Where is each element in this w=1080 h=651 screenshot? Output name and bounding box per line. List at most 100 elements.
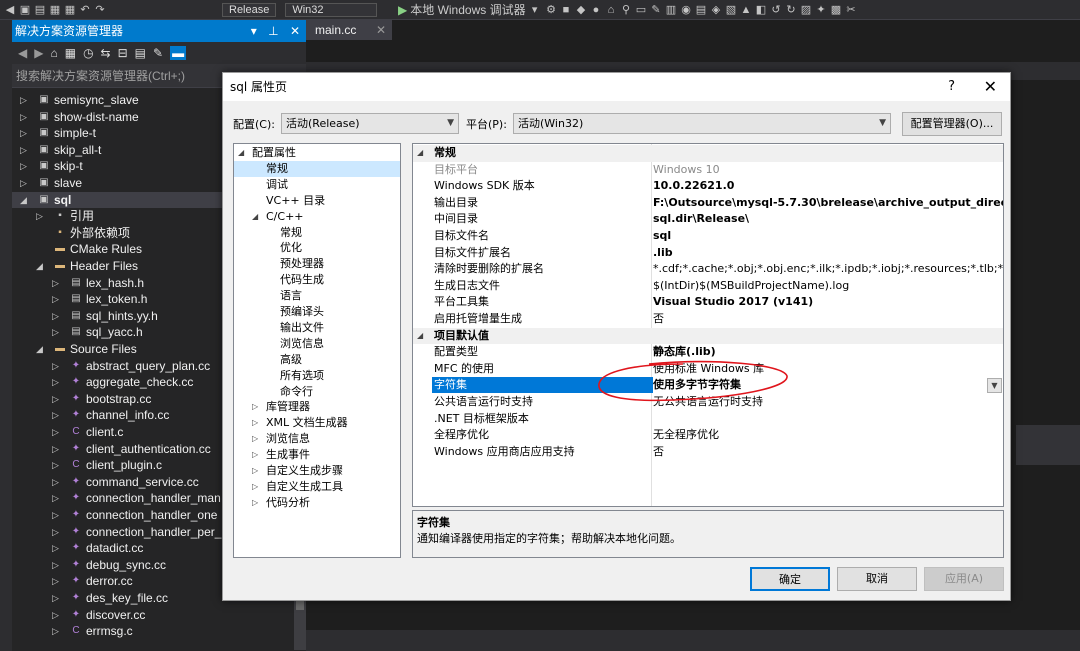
save-all-icon[interactable]: ▦ <box>64 4 76 16</box>
dropdown-icon[interactable]: ▾ <box>529 4 541 16</box>
property-row[interactable]: .NET 目标框架版本 <box>413 411 1003 428</box>
property-tree-item[interactable]: 代码生成 <box>234 272 400 288</box>
sync-icon[interactable]: ⇆ <box>101 46 111 60</box>
charset-dropdown-button[interactable]: ▼ <box>987 378 1002 393</box>
new-project-icon[interactable]: ▣ <box>19 4 31 16</box>
expand-arrow-icon[interactable]: ▷ <box>52 590 62 606</box>
property-tree-item[interactable]: VC++ 目录 <box>234 193 400 209</box>
property-value[interactable]: F:\Outsource\mysql-5.7.30\brelease\archi… <box>653 195 1003 211</box>
undo-icon[interactable]: ↶ <box>79 4 91 16</box>
property-tree-item[interactable]: ▷ 代码分析 <box>234 495 400 511</box>
expand-arrow-icon[interactable]: ▷ <box>52 607 62 623</box>
dropdown-icon[interactable]: ▾ <box>251 24 257 38</box>
close-icon[interactable]: ✕ <box>376 20 386 40</box>
expand-arrow-icon[interactable]: ▷ <box>52 557 62 573</box>
tool-icon[interactable]: ↻ <box>785 4 797 16</box>
expand-arrow-icon[interactable]: ▷ <box>52 524 62 540</box>
expand-arrow-icon[interactable]: ▷ <box>52 324 62 340</box>
property-row[interactable]: 字符集 使用多字节字符集 <box>413 377 1003 394</box>
property-row[interactable]: 输出目录 F:\Outsource\mysql-5.7.30\brelease\a… <box>413 195 1003 212</box>
property-row[interactable]: 公共语言运行时支持 无公共语言运行时支持 <box>413 394 1003 411</box>
property-tree-item[interactable]: 常规 <box>234 160 400 177</box>
property-tree-item[interactable]: 输出文件 <box>234 320 400 336</box>
apply-button[interactable]: 应用(A) <box>924 567 1004 591</box>
preview-icon[interactable]: ▬ <box>170 46 187 60</box>
redo-icon[interactable]: ↷ <box>94 4 106 16</box>
expand-arrow-icon[interactable]: ▷ <box>52 507 62 523</box>
property-row[interactable]: 平台工具集 Visual Studio 2017 (v141) <box>413 294 1003 311</box>
expand-arrow-icon[interactable]: ▷ <box>52 490 62 506</box>
forward-icon[interactable]: ▶ <box>34 46 43 60</box>
tool-icon[interactable]: ▲ <box>740 4 752 16</box>
property-tree-item[interactable]: ▷ 生成事件 <box>234 447 400 463</box>
tool-icon[interactable]: ● <box>590 4 602 16</box>
property-row[interactable]: Windows SDK 版本 10.0.22621.0 <box>413 178 1003 195</box>
tool-icon[interactable]: ◧ <box>755 4 767 16</box>
collapse-icon[interactable]: ⊟ <box>118 46 128 60</box>
expand-arrow-icon[interactable]: ▷ <box>20 109 30 125</box>
expand-arrow-icon[interactable]: ▷ <box>52 457 62 473</box>
tool-icon[interactable]: ✂ <box>845 4 857 16</box>
property-row[interactable]: Windows 应用商店应用支持 否 <box>413 444 1003 461</box>
property-tree-item[interactable]: ◢ C/C++ <box>234 209 400 225</box>
property-row[interactable]: 启用托管增量生成 否 <box>413 311 1003 328</box>
expand-arrow-icon[interactable]: ▷ <box>252 463 258 478</box>
save-icon[interactable]: ▦ <box>49 4 61 16</box>
expand-arrow-icon[interactable]: ▷ <box>20 175 30 191</box>
property-tree-item[interactable]: 语言 <box>234 288 400 304</box>
expand-arrow-icon[interactable]: ▷ <box>252 479 258 494</box>
expand-arrow-icon[interactable]: ▷ <box>20 158 30 174</box>
switch-view-icon[interactable]: ▦ <box>65 46 76 60</box>
property-tree-item[interactable]: 命令行 <box>234 384 400 400</box>
tool-icon[interactable]: ⌂ <box>605 4 617 16</box>
expand-arrow-icon[interactable]: ◢ <box>238 145 244 160</box>
property-value[interactable]: *.cdf;*.cache;*.obj;*.obj.enc;*.ilk;*.ip… <box>653 261 1003 277</box>
property-value[interactable]: 无公共语言运行时支持 <box>653 394 1003 410</box>
platform-select[interactable]: 活动(Win32) ▼ <box>513 113 891 134</box>
property-tree-item[interactable]: ▷ XML 文档生成器 <box>234 415 400 431</box>
find-icon[interactable]: ⚲ <box>620 4 632 16</box>
cancel-button[interactable]: 取消 <box>837 567 917 591</box>
tool-icon[interactable]: ◈ <box>710 4 722 16</box>
close-icon[interactable]: ✕ <box>984 73 997 101</box>
expand-arrow-icon[interactable]: ◢ <box>252 209 258 224</box>
expand-arrow-icon[interactable]: ▷ <box>52 358 62 374</box>
tool-icon[interactable]: ▤ <box>695 4 707 16</box>
tree-item[interactable]: ▷ Cerrmsg.c <box>12 623 306 640</box>
expand-arrow-icon[interactable]: ▷ <box>252 495 258 510</box>
expand-arrow-icon[interactable]: ▷ <box>52 573 62 589</box>
tool-icon[interactable]: ▨ <box>800 4 812 16</box>
property-tree-item[interactable]: 常规 <box>234 225 400 241</box>
property-row[interactable]: 配置类型 静态库(.lib) <box>413 344 1003 361</box>
property-row[interactable]: 目标文件扩展名 .lib <box>413 245 1003 262</box>
back-icon[interactable]: ◀ <box>18 46 27 60</box>
pin-icon[interactable]: ⊥ <box>268 24 278 38</box>
property-tree-item[interactable]: 预编译头 <box>234 304 400 320</box>
expand-arrow-icon[interactable]: ▷ <box>52 374 62 390</box>
tool-icon[interactable]: ⚙ <box>545 4 557 16</box>
expand-arrow-icon[interactable]: ▷ <box>52 424 62 440</box>
expand-arrow-icon[interactable]: ▷ <box>52 291 62 307</box>
expand-arrow-icon[interactable]: ▷ <box>252 399 258 414</box>
tool-icon[interactable]: ■ <box>560 4 572 16</box>
property-row[interactable]: 生成日志文件 $(IntDir)$(MSBuildProjectName).log <box>413 278 1003 295</box>
property-tree-item[interactable]: 所有选项 <box>234 368 400 384</box>
config-combo[interactable]: Release <box>222 2 277 17</box>
property-value[interactable]: sql.dir\Release\ <box>653 211 1003 227</box>
property-value[interactable]: $(IntDir)$(MSBuildProjectName).log <box>653 278 1003 294</box>
tool-icon[interactable]: ▥ <box>665 4 677 16</box>
property-value[interactable]: Windows 10 <box>653 162 1003 178</box>
expand-arrow-icon[interactable]: ▷ <box>52 391 62 407</box>
tool-icon[interactable]: ✎ <box>650 4 662 16</box>
expand-arrow-icon[interactable]: ▷ <box>52 540 62 556</box>
property-tree-item[interactable]: ▷ 浏览信息 <box>234 431 400 447</box>
property-row[interactable]: 中间目录 sql.dir\Release\ <box>413 211 1003 228</box>
property-value[interactable]: Visual Studio 2017 (v141) <box>653 294 1003 310</box>
expand-arrow-icon[interactable]: ▷ <box>52 441 62 457</box>
property-category[interactable]: ◢ 常规 <box>413 145 1003 162</box>
expand-arrow-icon[interactable]: ◢ <box>20 192 30 208</box>
expand-arrow-icon[interactable]: ▷ <box>252 415 258 430</box>
ok-button[interactable]: 确定 <box>750 567 830 591</box>
property-tree-item[interactable]: ▷ 库管理器 <box>234 399 400 415</box>
property-tree-item[interactable]: ◢ 配置属性 <box>234 145 400 161</box>
